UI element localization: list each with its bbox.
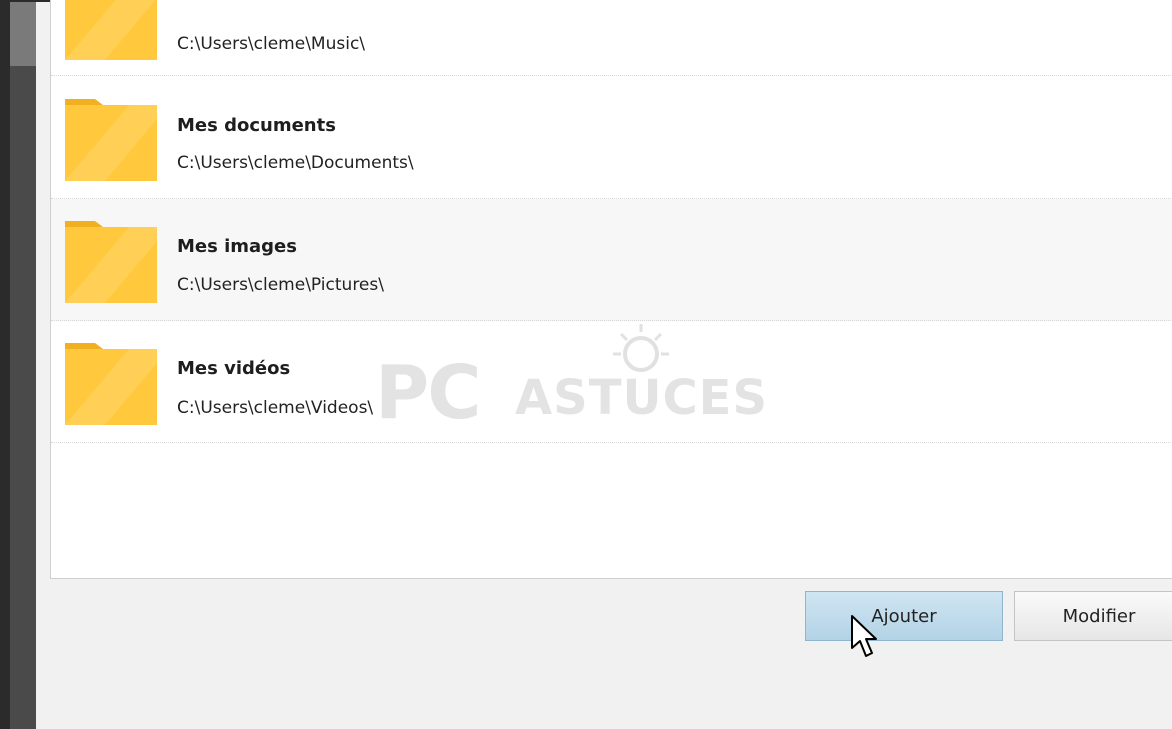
scrollbar-thumb[interactable] xyxy=(10,0,36,66)
folder-name: Mes images xyxy=(177,236,297,257)
settings-window: C:\Users\cleme\Music\ Mes documents C:\U… xyxy=(0,0,1172,729)
edit-button[interactable]: Modifier xyxy=(1014,591,1172,641)
folder-icon xyxy=(65,0,157,60)
folder-icon xyxy=(65,221,157,303)
list-item-videos[interactable]: Mes vidéos C:\Users\cleme\Videos\ xyxy=(51,321,1172,443)
folder-path: C:\Users\cleme\Documents\ xyxy=(177,153,414,173)
folder-list: C:\Users\cleme\Music\ Mes documents C:\U… xyxy=(50,0,1172,579)
folder-icon xyxy=(65,343,157,425)
folder-icon xyxy=(65,99,157,181)
list-item-music[interactable]: C:\Users\cleme\Music\ xyxy=(51,0,1172,76)
mouse-cursor-icon xyxy=(851,615,877,657)
add-button[interactable]: Ajouter xyxy=(805,591,1003,641)
scrollbar-track[interactable] xyxy=(10,0,36,729)
list-item-images[interactable]: Mes images C:\Users\cleme\Pictures\ xyxy=(51,199,1172,321)
list-item-documents[interactable]: Mes documents C:\Users\cleme\Documents\ xyxy=(51,77,1172,199)
window-frame-left xyxy=(0,0,10,729)
folder-path: C:\Users\cleme\Videos\ xyxy=(177,398,374,418)
folder-name: Mes documents xyxy=(177,115,336,136)
folder-name: Mes vidéos xyxy=(177,358,291,379)
folder-path: C:\Users\cleme\Music\ xyxy=(177,34,366,54)
folder-path: C:\Users\cleme\Pictures\ xyxy=(177,275,384,295)
